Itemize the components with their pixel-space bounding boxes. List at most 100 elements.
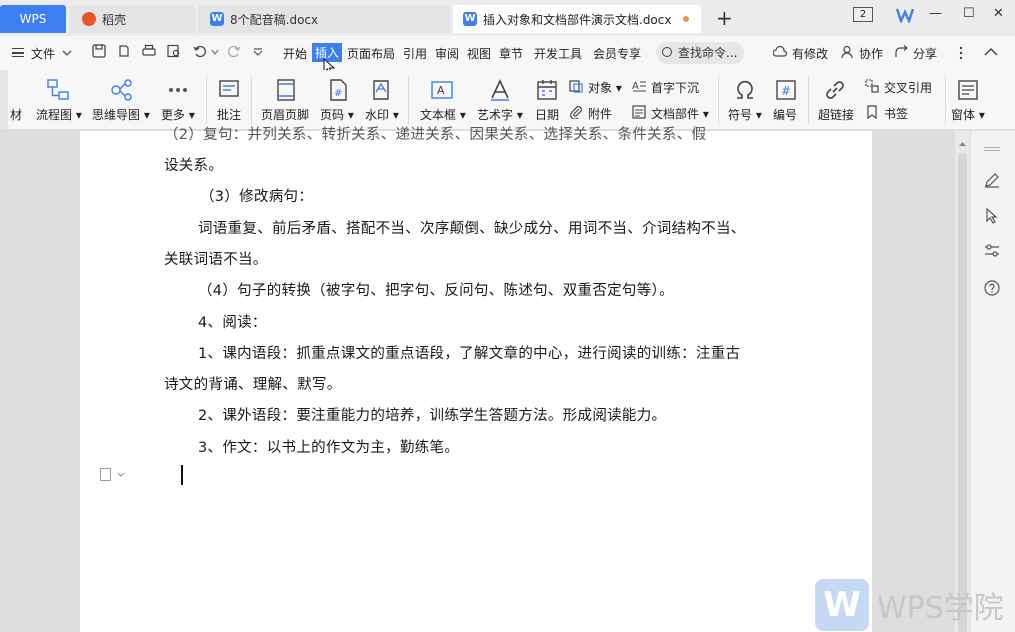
more-label: 更多 bbox=[161, 108, 186, 122]
tab-document-peiyin[interactable]: W 8个配音稿.docx bbox=[198, 5, 450, 33]
redo-icon[interactable] bbox=[227, 44, 241, 58]
paragraph-line[interactable]: 3、作文：以书上的作文为主，勤练笔。 bbox=[198, 436, 459, 457]
menu-start[interactable]: 开始 bbox=[283, 45, 307, 62]
ribbon-separator bbox=[808, 76, 809, 124]
hamburger-menu-icon[interactable] bbox=[12, 48, 24, 57]
form-button[interactable]: 窗体 ▾ bbox=[951, 106, 985, 123]
minimize-button[interactable]: — bbox=[929, 6, 942, 21]
paragraph-line[interactable]: 1、课内语段：抓重点课文的重点语段，了解文章的中心，进行阅读的训练：注重古 bbox=[198, 342, 740, 363]
modified-status-button[interactable]: 有修改 bbox=[792, 45, 828, 62]
insert-ribbon: 材 流程图 ▾ 思维导图 ▾ 更多 ▾ 批注 页眉页脚 # 页码 ▾ 水印 ▾ … bbox=[0, 70, 1015, 130]
wordart-icon bbox=[491, 79, 509, 101]
paragraph-line[interactable]: （3）修改病句： bbox=[200, 185, 313, 206]
user-collab-icon[interactable] bbox=[841, 45, 855, 59]
menu-member[interactable]: 会员专享 bbox=[593, 45, 641, 62]
vertical-scrollbar[interactable] bbox=[955, 131, 970, 632]
svg-text:#: # bbox=[334, 88, 342, 99]
numbering-button[interactable]: 编号 bbox=[773, 106, 797, 123]
menu-review[interactable]: 审阅 bbox=[435, 45, 459, 62]
scroll-up-icon[interactable] bbox=[958, 141, 967, 147]
file-menu[interactable]: 文件 bbox=[31, 45, 55, 62]
paragraph-line[interactable]: （2）复句：并列关系、转折关系、递进关系、因果关系、选择关系、条件关系、假 bbox=[164, 123, 706, 144]
paragraph-handle-icon[interactable] bbox=[100, 468, 111, 481]
watermark-button[interactable]: 水印 ▾ bbox=[365, 106, 399, 123]
bookmark-button[interactable]: 书签 bbox=[884, 105, 908, 122]
wps-logo-icon[interactable] bbox=[895, 7, 915, 25]
doc-parts-button[interactable]: 文档部件 ▾ bbox=[651, 105, 709, 122]
undo-icon[interactable] bbox=[193, 44, 207, 58]
share-button[interactable]: 分享 bbox=[913, 45, 937, 62]
dropcap-button[interactable]: 首字下沉 bbox=[651, 79, 699, 96]
close-button[interactable]: ✕ bbox=[993, 6, 1004, 21]
hyperlink-button[interactable]: 超链接 bbox=[818, 106, 854, 123]
window-count-badge[interactable]: 2 bbox=[853, 7, 873, 22]
doc-parts-label: 文档部件 bbox=[651, 107, 700, 121]
page-number-label: 页码 bbox=[320, 108, 345, 122]
menu-view[interactable]: 视图 bbox=[467, 45, 491, 62]
watermark-label: 水印 bbox=[365, 108, 390, 122]
scrollbar-thumb[interactable] bbox=[958, 153, 967, 632]
menu-developer[interactable]: 开发工具 bbox=[534, 45, 582, 62]
writer-doc-icon: W bbox=[210, 12, 224, 26]
paragraph-line[interactable]: 词语重复、前后矛盾、搭配不当、次序颠倒、缺少成分、用词不当、介词结构不当、 bbox=[198, 217, 746, 238]
paragraph-line[interactable]: 2、课外语段：要注重能力的培养，训练学生答题方法。形成阅读能力。 bbox=[198, 404, 666, 425]
more-dots-icon bbox=[169, 88, 187, 92]
collaborate-button[interactable]: 协作 bbox=[859, 45, 883, 62]
attachment-button[interactable]: 附件 bbox=[588, 105, 612, 122]
tab-document-active-label: 插入对象和文档部件演示文档.docx bbox=[483, 12, 672, 27]
sliders-settings-icon[interactable] bbox=[984, 244, 1000, 258]
tab-wps-label: WPS bbox=[19, 12, 47, 26]
menu-page-layout[interactable]: 页面布局 bbox=[347, 45, 395, 62]
page-number-button[interactable]: 页码 ▾ bbox=[320, 106, 354, 123]
cross-reference-button[interactable]: 交叉引用 bbox=[884, 79, 932, 96]
unsaved-dot-icon bbox=[683, 16, 689, 22]
maximize-button[interactable]: ☐ bbox=[963, 6, 975, 21]
pen-edit-icon[interactable] bbox=[984, 172, 1000, 188]
date-button[interactable]: 日期 bbox=[535, 106, 559, 123]
paragraph-line[interactable]: 设关系。 bbox=[164, 154, 223, 175]
wordart-button[interactable]: 艺术字 ▾ bbox=[477, 106, 523, 123]
mindmap-button[interactable]: 思维导图 ▾ bbox=[92, 106, 150, 123]
menu-reference[interactable]: 引用 bbox=[403, 45, 427, 62]
calendar-icon bbox=[537, 80, 557, 100]
quick-access-dropdown-icon[interactable] bbox=[253, 48, 263, 56]
paragraph-line[interactable]: 4、阅读： bbox=[198, 311, 267, 332]
panel-grip-icon[interactable] bbox=[984, 147, 1000, 151]
more-vertical-icon[interactable] bbox=[958, 46, 964, 60]
tab-daoke[interactable]: 稻壳 bbox=[70, 5, 195, 33]
textbox-button[interactable]: 文本框 ▾ bbox=[420, 106, 466, 123]
symbol-label: 符号 bbox=[728, 108, 753, 122]
ribbon-separator bbox=[251, 76, 252, 124]
comment-button[interactable]: 批注 bbox=[217, 106, 241, 123]
save-icon[interactable] bbox=[92, 44, 106, 58]
share-icon[interactable] bbox=[895, 45, 909, 59]
tab-document-active[interactable]: W 插入对象和文档部件演示文档.docx bbox=[453, 5, 701, 33]
chevron-down-icon[interactable] bbox=[62, 49, 72, 57]
object-button[interactable]: 对象 ▾ bbox=[588, 79, 622, 96]
help-icon[interactable] bbox=[984, 280, 1000, 296]
collapse-ribbon-icon[interactable] bbox=[984, 47, 998, 56]
tab-wps[interactable]: WPS bbox=[0, 5, 66, 33]
chevron-down-icon[interactable] bbox=[117, 472, 125, 477]
paragraph-line[interactable]: 诗文的背诵、理解、默写。 bbox=[164, 373, 342, 394]
menu-chapter[interactable]: 章节 bbox=[499, 45, 523, 62]
cloud-icon[interactable] bbox=[773, 45, 787, 59]
command-search-input[interactable]: 查找命令... bbox=[656, 42, 744, 64]
select-pointer-icon[interactable] bbox=[985, 208, 999, 224]
flowchart-button[interactable]: 流程图 ▾ bbox=[36, 106, 82, 123]
wps-academy-text: WPS学院 bbox=[877, 591, 1004, 626]
header-footer-button[interactable]: 页眉页脚 bbox=[261, 106, 309, 123]
print-preview-icon[interactable] bbox=[167, 44, 181, 58]
paragraph-line[interactable]: （4）句子的转换（被字句、把字句、反问句、陈述句、双重否定句等）。 bbox=[198, 279, 674, 300]
material-button[interactable]: 材 bbox=[10, 106, 22, 123]
symbol-button[interactable]: 符号 ▾ bbox=[728, 106, 762, 123]
export-icon[interactable] bbox=[117, 44, 131, 58]
paragraph-line[interactable]: 关联词语不当。 bbox=[164, 248, 268, 269]
new-tab-button[interactable]: + bbox=[716, 8, 733, 28]
ribbon-scroll-left[interactable] bbox=[0, 70, 8, 130]
more-button[interactable]: 更多 ▾ bbox=[161, 106, 195, 123]
document-page[interactable]: （2）复句：并列关系、转折关系、递进关系、因果关系、选择关系、条件关系、假 设关… bbox=[80, 127, 872, 632]
chevron-down-icon[interactable] bbox=[211, 49, 219, 55]
textbox-icon: A bbox=[431, 81, 453, 99]
print-icon[interactable] bbox=[142, 44, 156, 58]
